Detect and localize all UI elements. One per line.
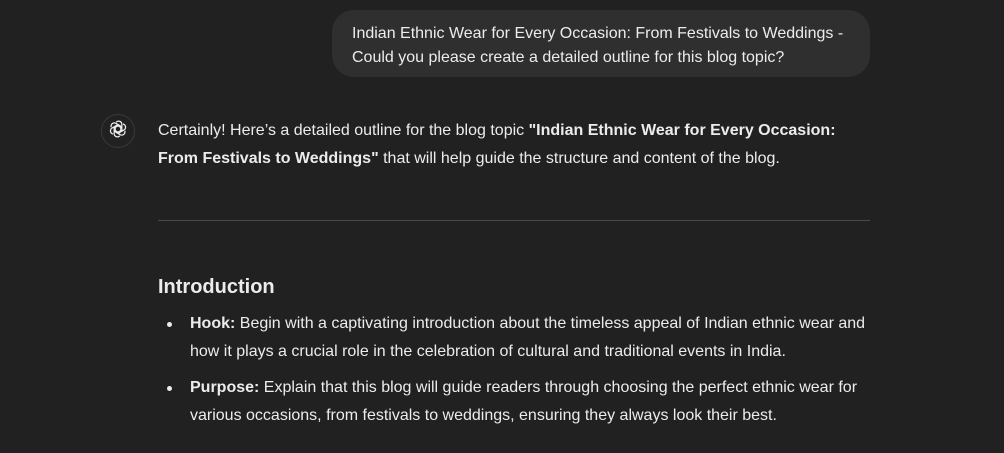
- outline-bullet-list: Hook: Begin with a captivating introduct…: [158, 310, 870, 438]
- openai-logo-icon: [108, 119, 128, 144]
- intro-suffix-text: that will help guide the structure and c…: [378, 150, 780, 167]
- section-heading-introduction: Introduction: [158, 276, 275, 298]
- user-message-text: Indian Ethnic Wear for Every Occasion: F…: [352, 25, 844, 66]
- bullet-label: Purpose:: [190, 379, 260, 396]
- bullet-dot-icon: [167, 322, 172, 327]
- bullet-label: Hook:: [190, 315, 236, 332]
- assistant-intro-paragraph: Certainly! Here’s a detailed outline for…: [158, 117, 870, 173]
- bullet-dot-icon: [167, 386, 172, 391]
- chat-page: Indian Ethnic Wear for Every Occasion: F…: [0, 0, 1004, 453]
- intro-prefix-text: Certainly! Here’s a detailed outline for…: [158, 122, 529, 139]
- bullet-text: Begin with a captivating introduction ab…: [190, 315, 866, 360]
- section-divider: [158, 220, 870, 221]
- assistant-message: Certainly! Here’s a detailed outline for…: [158, 117, 870, 173]
- list-item: Purpose: Explain that this blog will gui…: [158, 374, 870, 430]
- list-item: Hook: Begin with a captivating introduct…: [158, 310, 870, 366]
- assistant-avatar: [101, 114, 135, 148]
- bullet-text: Explain that this blog will guide reader…: [190, 379, 858, 424]
- user-message-bubble: Indian Ethnic Wear for Every Occasion: F…: [332, 10, 870, 77]
